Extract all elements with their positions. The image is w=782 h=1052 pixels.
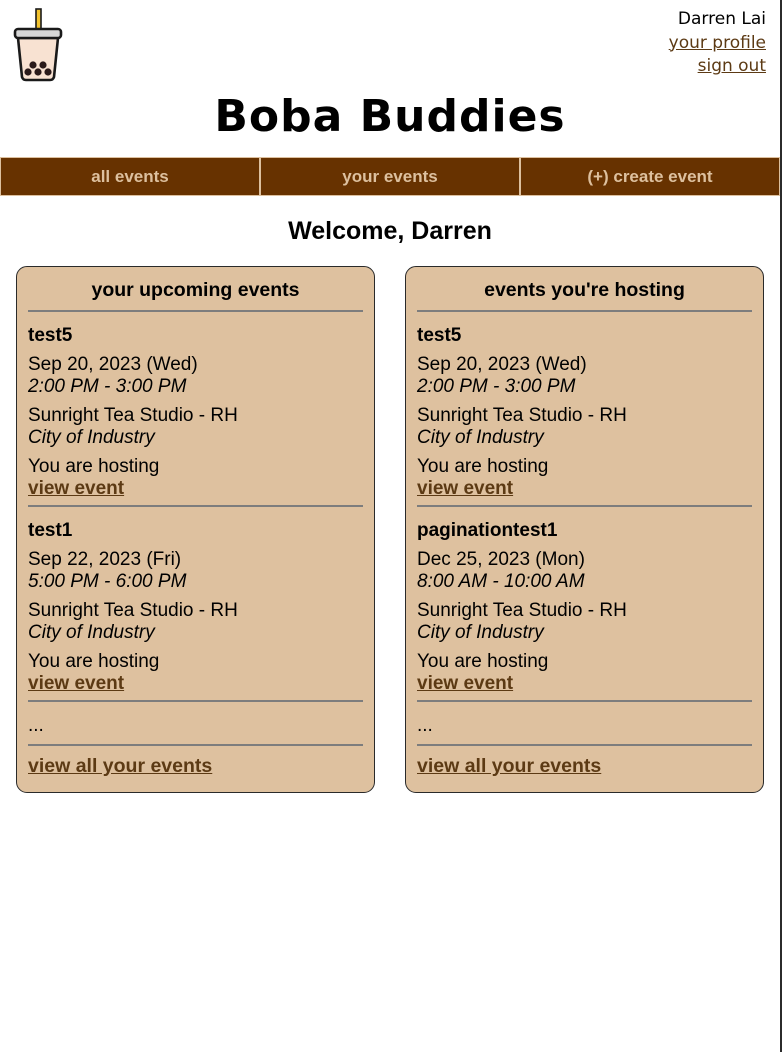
- event-time: 8:00 AM - 10:00 AM: [417, 571, 585, 592]
- event-date: Sep 22, 2023 (Fri): [28, 549, 182, 570]
- event-item: test5 Sep 20, 2023 (Wed) 2:00 PM - 3:00 …: [28, 312, 363, 505]
- event-name: test5: [417, 325, 462, 346]
- view-all-events-link[interactable]: view all your events: [417, 746, 752, 778]
- event-name: test5: [28, 325, 73, 346]
- event-city: City of Industry: [417, 427, 544, 448]
- event-item: test5 Sep 20, 2023 (Wed) 2:00 PM - 3:00 …: [417, 312, 752, 505]
- event-date: Dec 25, 2023 (Mon): [417, 549, 585, 570]
- event-time: 5:00 PM - 6:00 PM: [28, 571, 187, 592]
- event-status: You are hosting: [417, 651, 549, 672]
- event-city: City of Industry: [417, 622, 544, 643]
- event-status: You are hosting: [28, 456, 160, 477]
- hosting-events-card: events you're hosting test5 Sep 20, 2023…: [405, 266, 764, 793]
- event-name: paginationtest1: [417, 520, 558, 541]
- view-event-link[interactable]: view event: [28, 478, 363, 500]
- event-time: 2:00 PM - 3:00 PM: [417, 376, 576, 397]
- event-status: You are hosting: [28, 651, 160, 672]
- welcome-heading: Welcome, Darren: [288, 217, 492, 245]
- user-name: Darren Lai: [677, 9, 766, 29]
- sign-out-link[interactable]: sign out: [669, 55, 766, 79]
- more-ellipsis: ...: [28, 715, 44, 736]
- view-event-link[interactable]: view event: [28, 673, 363, 695]
- upcoming-events-card: your upcoming events test5 Sep 20, 2023 …: [16, 266, 375, 793]
- profile-link[interactable]: your profile: [669, 32, 766, 56]
- event-time: 2:00 PM - 3:00 PM: [28, 376, 187, 397]
- view-event-link[interactable]: view event: [417, 673, 752, 695]
- nav-your-events[interactable]: your events: [259, 158, 519, 195]
- event-status: You are hosting: [417, 456, 549, 477]
- user-menu: Darren Lai your profile sign out: [669, 8, 766, 79]
- view-all-events-link[interactable]: view all your events: [28, 746, 363, 778]
- event-location: Sunright Tea Studio - RH: [417, 405, 627, 426]
- event-location: Sunright Tea Studio - RH: [417, 600, 627, 621]
- nav-create-event[interactable]: (+) create event: [519, 158, 779, 195]
- boba-tea-cup-icon: [13, 8, 63, 82]
- event-location: Sunright Tea Studio - RH: [28, 405, 238, 426]
- site-title: Boba Buddies: [214, 91, 566, 142]
- main-nav: all events your events (+) create event: [0, 157, 780, 196]
- event-city: City of Industry: [28, 622, 155, 643]
- nav-all-events[interactable]: all events: [1, 158, 259, 195]
- event-city: City of Industry: [28, 427, 155, 448]
- event-location: Sunright Tea Studio - RH: [28, 600, 238, 621]
- card-title: your upcoming events: [91, 279, 300, 301]
- more-ellipsis: ...: [417, 715, 433, 736]
- view-event-link[interactable]: view event: [417, 478, 752, 500]
- event-date: Sep 20, 2023 (Wed): [28, 354, 198, 375]
- event-item: test1 Sep 22, 2023 (Fri) 5:00 PM - 6:00 …: [28, 507, 363, 700]
- card-title: events you're hosting: [484, 279, 685, 301]
- event-name: test1: [28, 520, 73, 541]
- event-date: Sep 20, 2023 (Wed): [417, 354, 587, 375]
- event-item: paginationtest1 Dec 25, 2023 (Mon) 8:00 …: [417, 507, 752, 700]
